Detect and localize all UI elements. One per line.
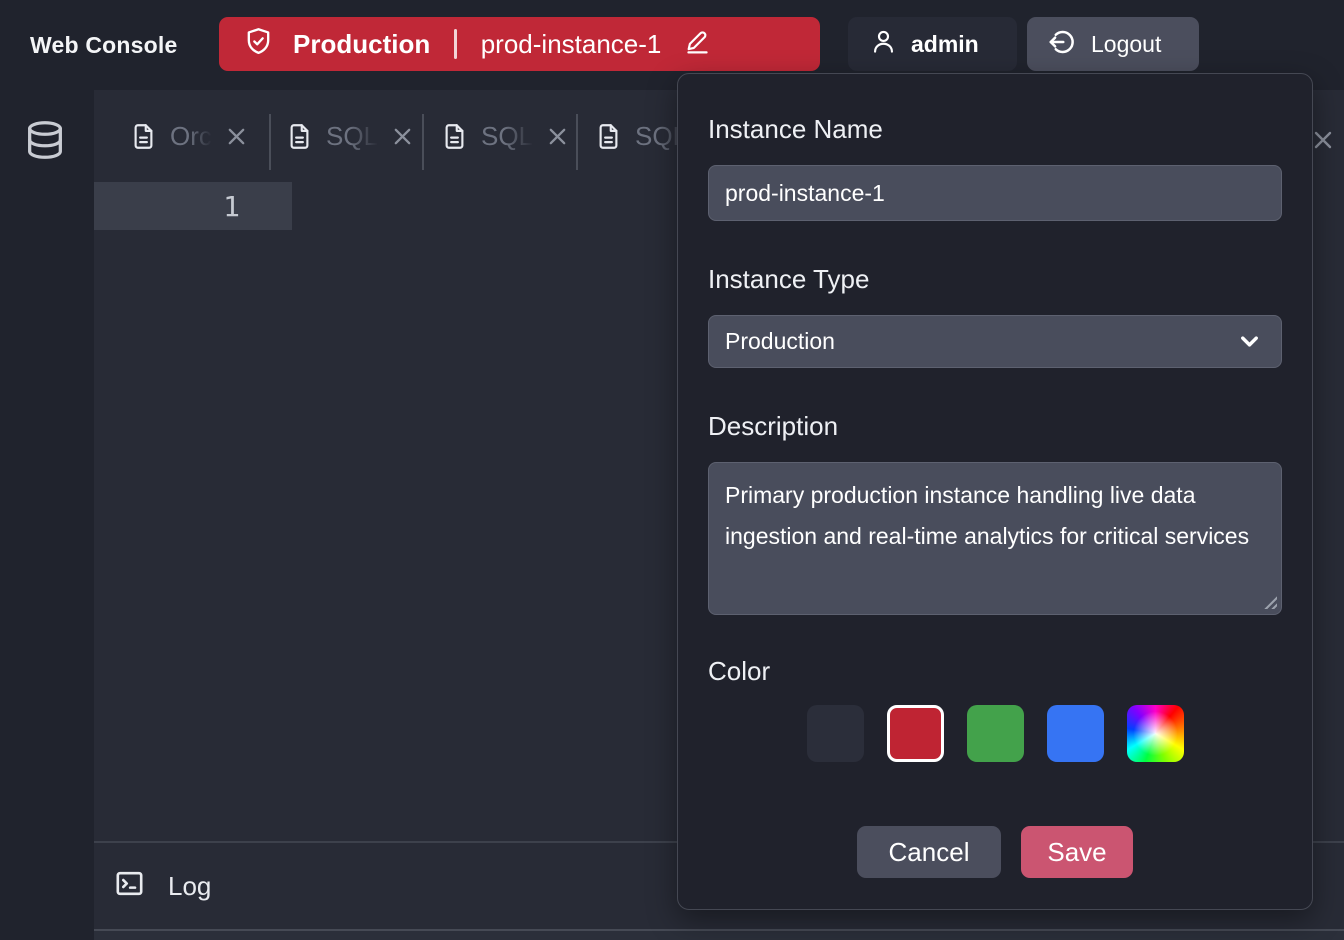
close-icon[interactable] <box>546 125 569 148</box>
edit-pencil-icon[interactable] <box>683 27 712 61</box>
tab-separator <box>269 114 271 170</box>
color-swatch-green[interactable] <box>967 705 1024 762</box>
description-textarea[interactable]: Primary production instance handling liv… <box>708 462 1282 615</box>
tab-label: SQL <box>326 121 378 152</box>
chevron-down-icon <box>1236 328 1263 355</box>
tab-2[interactable]: SQL <box>286 90 414 182</box>
username-label: admin <box>911 31 979 58</box>
terminal-icon <box>113 867 146 905</box>
tab-separator <box>422 114 424 170</box>
app-title: Web Console <box>30 0 177 90</box>
sidebar <box>0 90 94 940</box>
description-field-label: Description <box>708 409 1282 443</box>
shield-check-icon <box>243 26 274 62</box>
tab-4[interactable]: SQL <box>595 90 687 182</box>
logout-icon <box>1047 27 1077 62</box>
close-icon[interactable] <box>225 125 248 148</box>
instance-name-field-label: Instance Name <box>708 112 1282 146</box>
tab-label: Orc <box>170 121 212 152</box>
instance-badge[interactable]: Production prod-instance-1 <box>219 17 820 71</box>
cancel-button[interactable]: Cancel <box>857 826 1001 878</box>
app-window: Web Console Production prod-instance-1 <box>0 0 1344 940</box>
save-button[interactable]: Save <box>1021 826 1133 878</box>
environment-label: Production <box>293 29 430 60</box>
tab-3[interactable]: SQL <box>441 90 569 182</box>
color-swatch-row <box>708 705 1282 762</box>
user-icon <box>870 28 897 60</box>
logout-button[interactable]: Logout <box>1027 17 1199 71</box>
logout-label: Logout <box>1091 31 1161 58</box>
color-swatch-blue[interactable] <box>1047 705 1104 762</box>
tab-separator <box>576 114 578 170</box>
close-icon[interactable] <box>391 125 414 148</box>
database-icon[interactable] <box>22 116 68 171</box>
editor-line-number[interactable]: 1 <box>94 182 292 230</box>
log-label: Log <box>168 871 211 902</box>
user-chip[interactable]: admin <box>848 17 1017 71</box>
instance-type-field-label: Instance Type <box>708 262 1282 296</box>
instance-name-label: prod-instance-1 <box>481 29 662 60</box>
tab-label: SQL <box>481 121 533 152</box>
instance-name-input[interactable] <box>708 165 1282 221</box>
badge-divider <box>454 29 457 59</box>
color-swatch-red-selected[interactable] <box>887 705 944 762</box>
modal-button-row: Cancel Save <box>708 826 1282 878</box>
instance-type-value: Production <box>725 328 835 355</box>
tab-1[interactable]: Orc <box>130 90 248 182</box>
partial-tab-close-icon[interactable] <box>1311 128 1335 157</box>
instance-type-select[interactable]: Production <box>708 315 1282 368</box>
log-panel-body-edge <box>94 929 1344 940</box>
color-field-label: Color <box>708 654 1282 688</box>
instance-settings-modal: Instance Name Instance Type Production D… <box>677 73 1313 910</box>
color-swatch-default[interactable] <box>807 705 864 762</box>
color-swatch-rainbow-picker[interactable] <box>1127 705 1184 762</box>
